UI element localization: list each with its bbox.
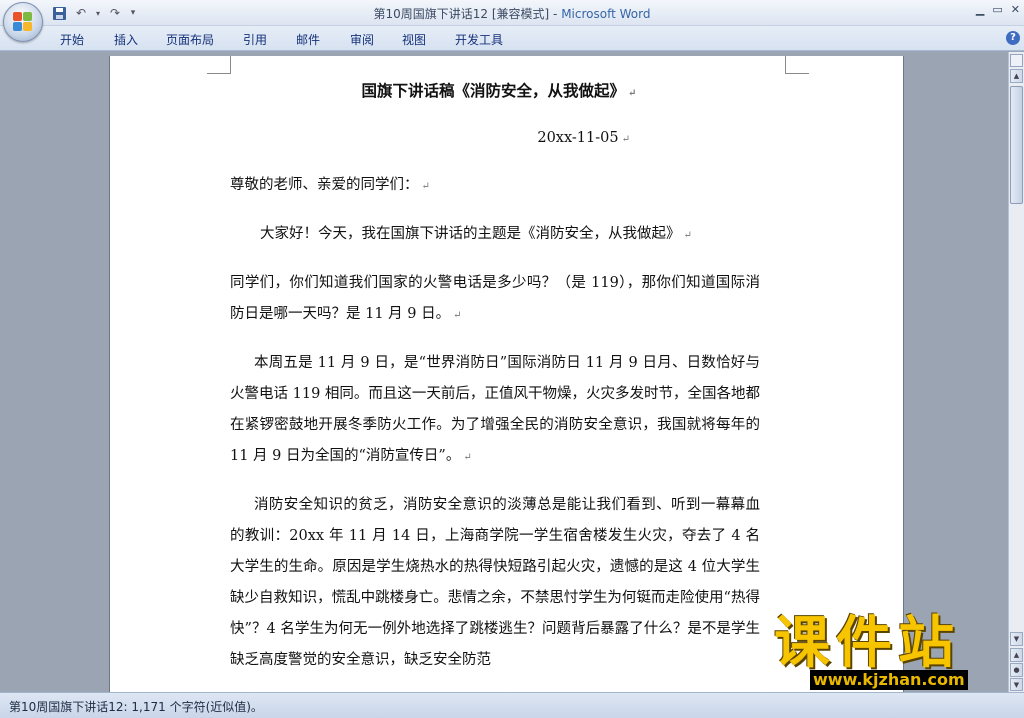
vertical-scrollbar[interactable]: ▲ ▼ ▲ ● ▼ bbox=[1008, 52, 1024, 692]
paragraph-fire-day: 本周五是 11 月 9 日，是“世界消防日”国际消防日 11 月 9 日月、日数… bbox=[230, 355, 760, 464]
document-date: 20xx-11-05 ↵ bbox=[537, 130, 630, 146]
window-controls: ▁ ▭ ✕ bbox=[976, 3, 1020, 16]
word-count-status[interactable]: 第10周国旗下讲话12: 1,171 个字符(近似值)。 bbox=[9, 698, 263, 715]
paragraph-mark: ↵ bbox=[683, 230, 692, 241]
watermark-url: www.kjzhan.com bbox=[810, 670, 968, 690]
window-title: 第10周国旗下讲话12 [兼容模式] - Microsoft Word bbox=[0, 5, 1024, 22]
tab-review[interactable]: 审阅 bbox=[350, 31, 374, 48]
tab-home[interactable]: 开始 bbox=[60, 31, 84, 48]
app-name: Microsoft Word bbox=[561, 7, 651, 21]
tab-insert[interactable]: 插入 bbox=[114, 31, 138, 48]
paragraph-greeting: 大家好！今天，我在国旗下讲话的主题是《消防安全，从我做起》 ↵ bbox=[260, 226, 692, 242]
scroll-up-button[interactable]: ▲ bbox=[1010, 69, 1023, 83]
ribbon-tabs: 开始 插入 页面布局 引用 邮件 审阅 视图 开发工具 ? bbox=[0, 26, 1024, 51]
tab-page-layout[interactable]: 页面布局 bbox=[166, 31, 214, 48]
minimize-button[interactable]: ▁ bbox=[976, 3, 984, 16]
title-bar: ↶ ▾ ↷ ▾ 第10周国旗下讲话12 [兼容模式] - Microsoft W… bbox=[0, 0, 1024, 26]
document-heading: 国旗下讲话稿《消防安全，从我做起》 ↵ bbox=[361, 81, 637, 100]
office-logo-icon bbox=[13, 12, 33, 32]
watermark-brand: 课件站 bbox=[774, 611, 960, 676]
paragraph-lesson: 消防安全知识的贫乏，消防安全意识的淡薄总是能让我们看到、听到一幕幕血的教训：20… bbox=[230, 497, 760, 668]
view-ruler-button[interactable] bbox=[1010, 54, 1023, 67]
document-page[interactable]: 国旗下讲话稿《消防安全，从我做起》 ↵ 20xx-11-05 ↵ 尊敬的老师、亲爱的… bbox=[109, 56, 904, 692]
document-title: 第10周国旗下讲话12 [兼容模式] bbox=[373, 7, 550, 21]
document-body[interactable]: 国旗下讲话稿《消防安全，从我做起》 ↵ 20xx-11-05 ↵ 尊敬的老师、亲爱的… bbox=[230, 78, 760, 676]
tab-references[interactable]: 引用 bbox=[243, 31, 267, 48]
title-separator: - bbox=[549, 7, 562, 21]
restore-button[interactable]: ▭ bbox=[992, 3, 1002, 16]
tab-developer[interactable]: 开发工具 bbox=[455, 31, 503, 48]
paragraph-mark: ↵ bbox=[628, 88, 637, 99]
office-button[interactable] bbox=[3, 2, 43, 42]
crop-mark-top-right bbox=[785, 56, 809, 74]
paragraph-mark: ↵ bbox=[421, 181, 430, 192]
paragraph-mark: ↵ bbox=[463, 452, 472, 463]
tab-view[interactable]: 视图 bbox=[402, 31, 426, 48]
close-button[interactable]: ✕ bbox=[1011, 3, 1020, 16]
help-icon[interactable]: ? bbox=[1006, 31, 1020, 45]
document-workspace: 国旗下讲话稿《消防安全，从我做起》 ↵ 20xx-11-05 ↵ 尊敬的老师、亲爱的… bbox=[0, 52, 1008, 692]
crop-mark-top-left bbox=[207, 56, 231, 74]
status-bar: 第10周国旗下讲话12: 1,171 个字符(近似值)。 bbox=[0, 692, 1024, 718]
scrollbar-thumb[interactable] bbox=[1010, 86, 1023, 204]
paragraph-salutation: 尊敬的老师、亲爱的同学们： ↵ bbox=[230, 177, 430, 193]
tab-mailings[interactable]: 邮件 bbox=[296, 31, 320, 48]
paragraph-mark: ↵ bbox=[621, 134, 630, 145]
paragraph-fire-number: 同学们，你们知道我们国家的火警电话是多少吗？（是 119），那你们知道国际消防日… bbox=[230, 275, 760, 322]
paragraph-mark: ↵ bbox=[453, 310, 462, 321]
watermark-logo: 课件站 www.kjzhan.com bbox=[770, 612, 1015, 692]
